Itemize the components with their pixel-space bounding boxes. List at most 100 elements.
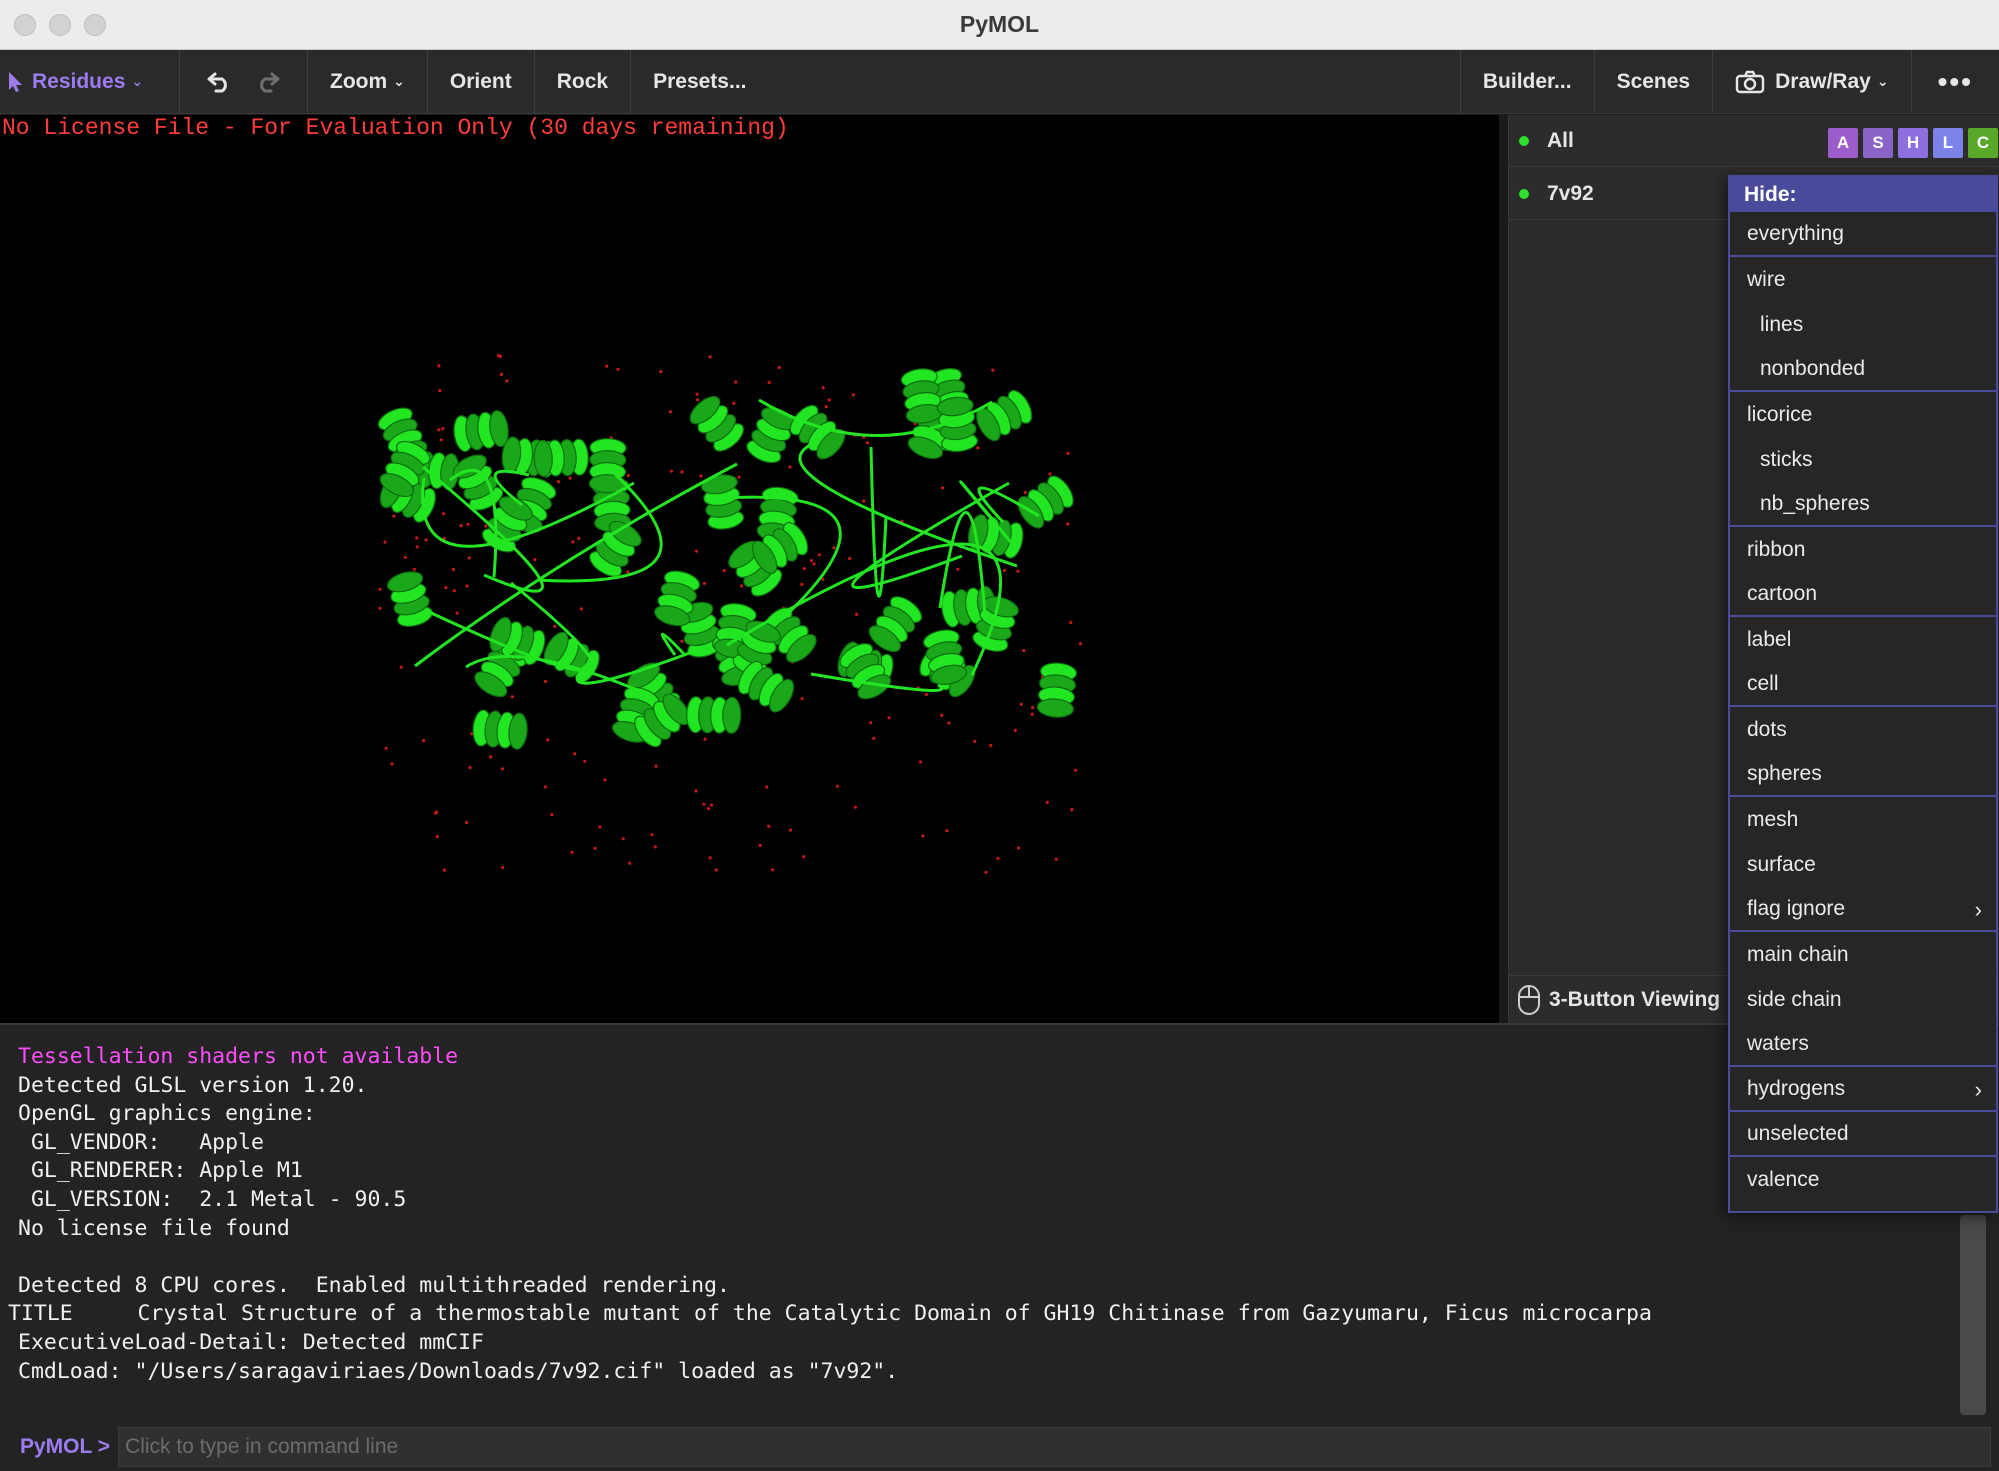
hide-menu-item-dots[interactable]: dots [1730,707,1996,752]
hide-menu-item-flag-ignore[interactable]: flag ignore › [1730,887,1996,932]
menu-item-label: side chain [1747,987,1842,1011]
redo-icon[interactable] [254,71,280,93]
hide-menu-item-side-chain[interactable]: side chain [1730,977,1996,1022]
command-prompt: PyMOL > [20,1435,111,1458]
window-controls [14,14,106,36]
hide-menu-item-mesh[interactable]: mesh [1730,797,1996,842]
console-line: Detected GLSL version 1.20. [18,1072,368,1098]
color-button[interactable]: C [1968,128,1998,158]
hide-menu-item-unselected[interactable]: unselected [1730,1112,1996,1157]
hide-menu-item-lines[interactable]: lines [1730,302,1996,347]
console-line: No license file found [18,1215,290,1241]
hide-menu-item-ribbon[interactable]: ribbon [1730,527,1996,572]
zoom-button[interactable]: Zoom ⌄ [308,49,428,114]
hide-menu-item-sticks[interactable]: sticks [1730,437,1996,482]
console-line: GL_VENDOR: Apple [18,1129,264,1155]
menu-item-label: mesh [1747,807,1799,831]
console-line: GL_RENDERER: Apple M1 [18,1158,303,1184]
minimize-window-button[interactable] [49,14,71,36]
console-line: Tessellation shaders not available [18,1044,459,1069]
hide-menu-item-licorice[interactable]: licorice [1730,392,1996,437]
hide-menu-item-valence[interactable]: valence [1730,1157,1996,1202]
chevron-right-icon: › [1974,897,1982,922]
3d-viewport[interactable]: No License File - For Evaluation Only (3… [0,115,1499,1023]
console-line: CmdLoad: "/Users/saragaviriaes/Downloads… [18,1358,899,1384]
action-button[interactable]: A [1828,128,1858,158]
presets-button[interactable]: Presets... [631,50,768,114]
hide-menu-item-surface[interactable]: surface [1730,842,1996,887]
hide-menu-header: Hide: [1730,177,1996,212]
hide-menu-item-cell[interactable]: cell [1730,662,1996,707]
mouse-mode-label: 3-Button Viewing [1549,987,1721,1011]
show-button[interactable]: S [1863,128,1893,158]
chevron-down-icon: ⌄ [393,73,405,89]
menu-item-label: nonbonded [1760,356,1866,380]
object-name: All [1547,128,1574,152]
main-toolbar: Residues ⌄ Zoom ⌄ Orient Rock Presets...… [0,49,1999,114]
menu-item-label: valence [1747,1167,1820,1191]
console-line: Detected 8 CPU cores. Enabled multithrea… [18,1272,730,1298]
mouse-icon [1518,984,1540,1015]
visibility-indicator-icon[interactable] [1519,188,1529,199]
protein-structure-render [377,353,1082,874]
hide-menu-item-spheres[interactable]: spheres [1730,752,1996,797]
title-bar: PyMOL [0,0,1999,50]
hide-menu-item-everything[interactable]: everything [1730,212,1996,257]
console-line: OpenGL graphics engine: [18,1101,316,1127]
hide-menu-item-hydrogens[interactable]: hydrogens › [1730,1067,1996,1112]
selection-mode-label: Residues [32,69,126,93]
scenes-button[interactable]: Scenes [1595,49,1714,114]
menu-item-label: spheres [1747,761,1822,785]
menu-item-label: cartoon [1747,581,1818,605]
hide-button[interactable]: H [1898,128,1928,158]
menu-item-label: dots [1747,717,1787,741]
menu-item-label: licorice [1747,402,1813,426]
zoom-label: Zoom [330,69,388,93]
menu-item-label: waters [1747,1031,1809,1055]
license-warning: No License File - For Evaluation Only (3… [2,115,789,141]
selection-mode-button[interactable]: Residues ⌄ [0,49,180,114]
draw-ray-button[interactable]: Draw/Ray ⌄ [1713,49,1912,114]
orient-button[interactable]: Orient [428,49,535,114]
hide-menu-item-nb-spheres[interactable]: nb_spheres [1730,482,1996,527]
builder-button[interactable]: Builder... [1459,49,1595,114]
undo-icon[interactable] [207,71,233,93]
console-line: ExecutiveLoad-Detail: Detected mmCIF [18,1329,484,1355]
object-row-all[interactable]: All A S H L C [1509,115,1999,167]
menu-item-label: unselected [1747,1121,1849,1145]
menu-item-label: wire [1747,267,1786,291]
menu-item-label: cell [1747,671,1779,695]
menu-item-label: flag ignore [1747,896,1846,920]
rock-button[interactable]: Rock [535,49,632,114]
console-output: Tessellation shaders not available Detect… [0,1023,1999,1423]
hide-menu-item-wire[interactable]: wire [1730,257,1996,302]
more-options-button[interactable]: ••• [1912,50,1999,114]
console-line: TITLE Crystal Structure of a thermostabl… [8,1301,1652,1327]
menu-item-label: surface [1747,852,1816,876]
ashlc-buttons: A S H L C [1828,128,1998,158]
visibility-indicator-icon[interactable] [1519,135,1529,146]
hide-menu-item-label[interactable]: label [1730,617,1996,662]
chevron-down-icon: ⌄ [1876,73,1889,89]
menu-item-label: nb_spheres [1760,491,1870,515]
hide-menu-item-cartoon[interactable]: cartoon [1730,572,1996,617]
camera-icon [1735,70,1765,93]
label-button[interactable]: L [1933,128,1963,158]
zoom-window-button[interactable] [84,14,106,36]
menu-item-label: label [1747,627,1792,651]
console-scrollbar[interactable] [1960,1215,1986,1415]
console-lines: Tessellation shaders not available Detect… [8,1043,1652,1386]
close-window-button[interactable] [14,14,36,36]
command-bar: PyMOL > [0,1423,1999,1471]
menu-item-label: main chain [1747,942,1849,966]
menu-item-label: everything [1747,221,1844,245]
hide-menu-items: everything wire lines nonbonded licorice stic… [1730,212,1996,1202]
hide-menu-item-waters[interactable]: waters [1730,1022,1996,1067]
pointer-arrow-icon [9,71,22,92]
window-title: PyMOL [959,11,1040,37]
menu-item-label: ribbon [1747,537,1806,561]
hide-menu-item-nonbonded[interactable]: nonbonded [1730,347,1996,392]
hide-menu-item-main-chain[interactable]: main chain [1730,932,1996,977]
command-input[interactable] [118,1427,1991,1467]
